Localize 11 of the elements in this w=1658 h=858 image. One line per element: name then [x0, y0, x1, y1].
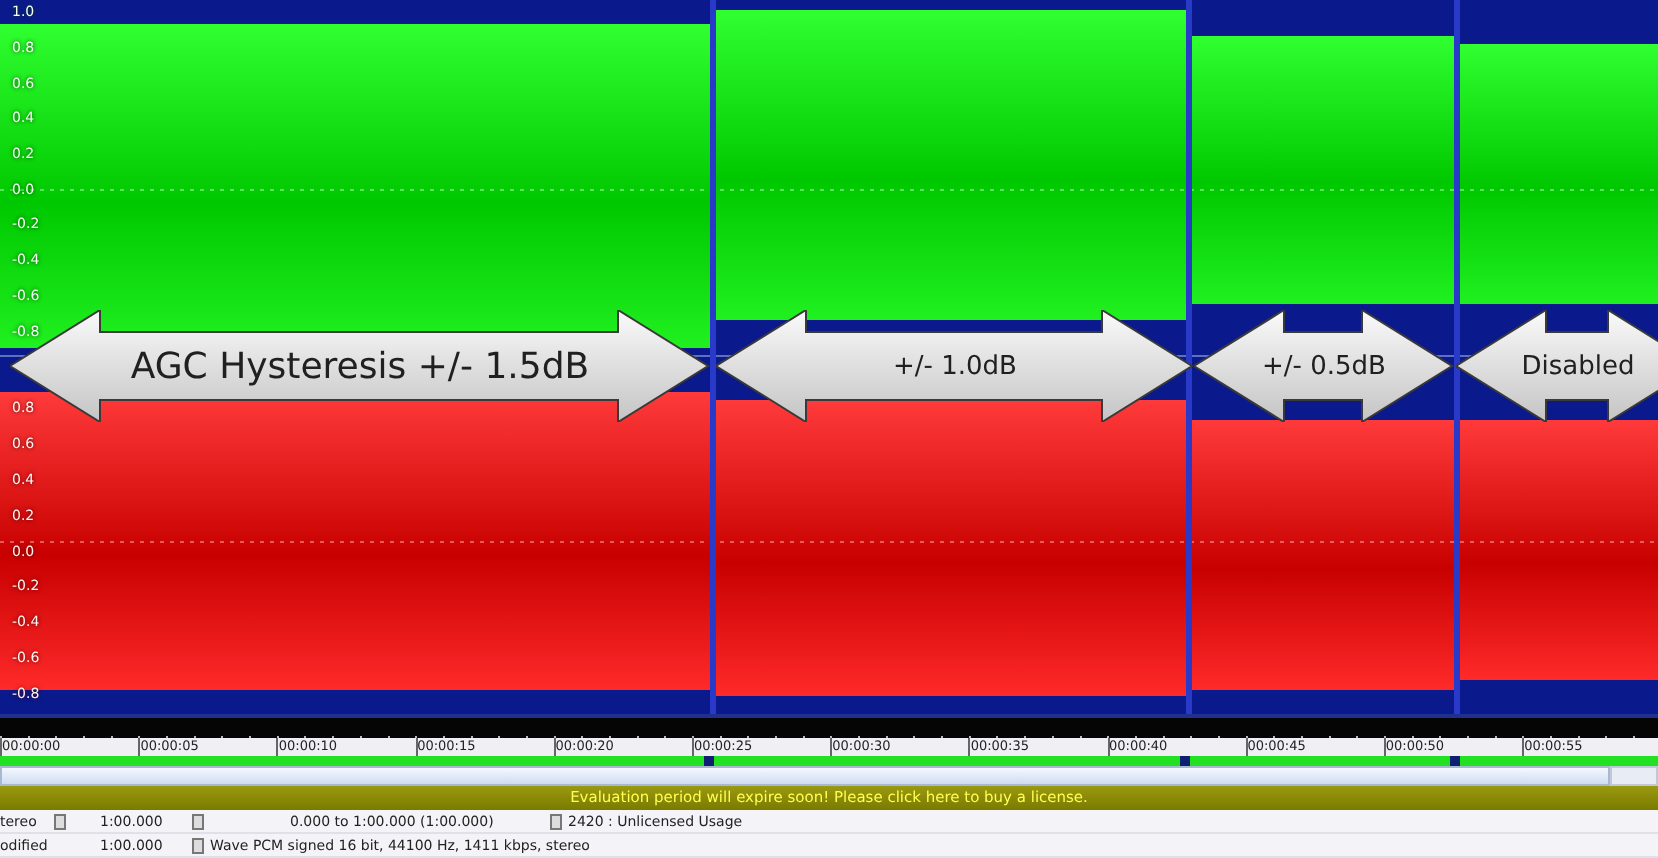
marker-icon [1180, 756, 1190, 766]
double-arrow-icon [10, 310, 710, 422]
annotation-label: +/- 1.0dB [893, 351, 1017, 381]
marker-icon [1450, 756, 1460, 766]
annotation-label: +/- 0.5dB [1262, 351, 1386, 381]
annotation-label: Disabled [1521, 351, 1635, 381]
annotation-label: AGC Hysteresis +/- 1.5dB [130, 345, 590, 387]
marker-icon [704, 756, 714, 766]
scroll-button[interactable] [1610, 766, 1658, 786]
double-arrow-icon [1456, 310, 1658, 422]
horizontal-scrollbar[interactable] [0, 766, 1610, 786]
